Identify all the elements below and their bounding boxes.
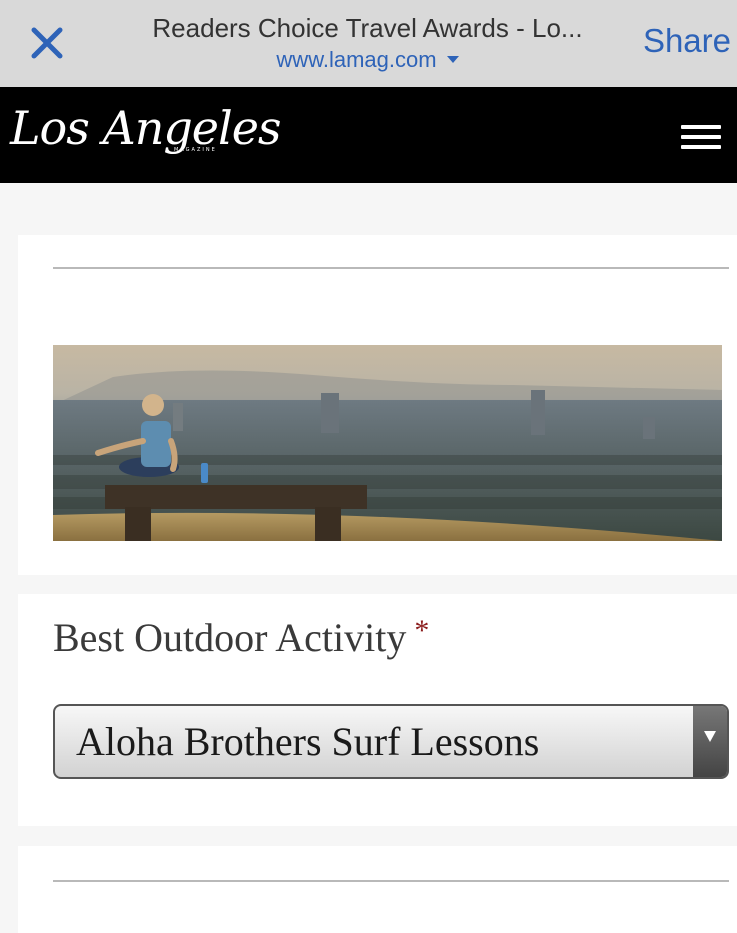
chevron-down-icon — [446, 55, 459, 63]
divider-top — [53, 267, 729, 269]
share-button[interactable]: Share — [643, 22, 731, 60]
browser-toolbar: Readers Choice Travel Awards - Lo... www… — [0, 0, 737, 87]
url-display[interactable]: www.lamag.com — [100, 47, 635, 73]
menu-button[interactable] — [679, 121, 723, 153]
logo-subtext: MAGAZINE — [174, 147, 217, 153]
activity-select[interactable]: Aloha Brothers Surf Lessons — [53, 704, 729, 779]
form-panel-bottom — [18, 846, 737, 933]
site-logo[interactable]: Los Angeles — [10, 97, 282, 159]
selected-option: Aloha Brothers Surf Lessons — [76, 719, 540, 764]
url-text: www.lamag.com — [276, 47, 437, 72]
select-dropdown-button[interactable] — [693, 706, 727, 777]
site-header: Los Angeles MAGAZINE — [0, 87, 737, 183]
page-title: Readers Choice Travel Awards - Lo... — [152, 13, 583, 43]
divider-bottom — [53, 880, 729, 882]
hero-image — [53, 345, 722, 541]
question-text: Best Outdoor Activity — [53, 615, 407, 660]
required-indicator: * — [414, 614, 430, 647]
close-button[interactable] — [24, 22, 70, 64]
dropdown-arrow-icon — [704, 731, 716, 742]
close-icon — [31, 27, 63, 59]
question-label: Best Outdoor Activity * — [53, 614, 429, 661]
